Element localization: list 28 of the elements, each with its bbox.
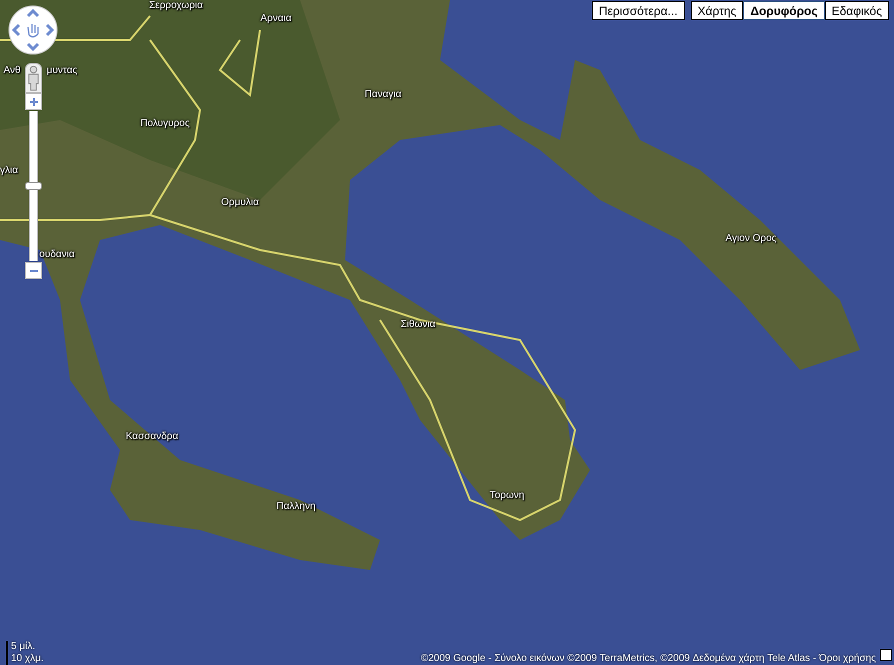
place-label: Κασσανδρα bbox=[126, 431, 178, 442]
place-label: Σιθωνια bbox=[400, 319, 436, 330]
place-label: ουδανια bbox=[39, 249, 75, 260]
place-label: Παναγια bbox=[364, 89, 402, 100]
person-icon[interactable] bbox=[25, 63, 42, 93]
plus-icon bbox=[28, 96, 38, 106]
place-label: Ανθ bbox=[3, 65, 21, 76]
place-label: Παλληνη bbox=[276, 501, 316, 512]
pan-control[interactable] bbox=[8, 5, 58, 55]
place-label: Ορμυλια bbox=[221, 197, 259, 208]
place-label: Σερροχωρια bbox=[149, 0, 203, 11]
map-type-button[interactable]: Δορυφόρος bbox=[743, 1, 825, 20]
place-label: Πολυγυρος bbox=[140, 118, 190, 129]
map-type-button[interactable]: Χάρτης bbox=[690, 1, 744, 20]
place-label: Τορωνη bbox=[490, 490, 524, 501]
slider-thumb[interactable] bbox=[25, 182, 42, 190]
scale-miles: 5 μίλ. bbox=[10, 641, 36, 653]
zoom-out-button[interactable] bbox=[25, 262, 42, 279]
zoom-in-button[interactable] bbox=[25, 93, 42, 110]
place-label: μυντας bbox=[46, 65, 78, 76]
map-type-button[interactable]: Εδαφικός bbox=[824, 1, 889, 20]
copyright-text: ©2009 Google - Σύνολο εικόνων ©2009 TerraMetrics, ©2009 Δεδομένα χάρτη Tele Atlas - Όροι χρήσης bbox=[420, 653, 876, 664]
place-label: γλια bbox=[0, 165, 18, 176]
scale-kilometers: 10 χλμ. bbox=[10, 653, 45, 665]
place-label: Αρναια bbox=[260, 13, 292, 24]
place-label: Αγιον Ορος bbox=[726, 233, 776, 244]
more-button[interactable]: Περισσότερα... bbox=[592, 1, 685, 20]
corner-icon[interactable] bbox=[880, 649, 892, 661]
